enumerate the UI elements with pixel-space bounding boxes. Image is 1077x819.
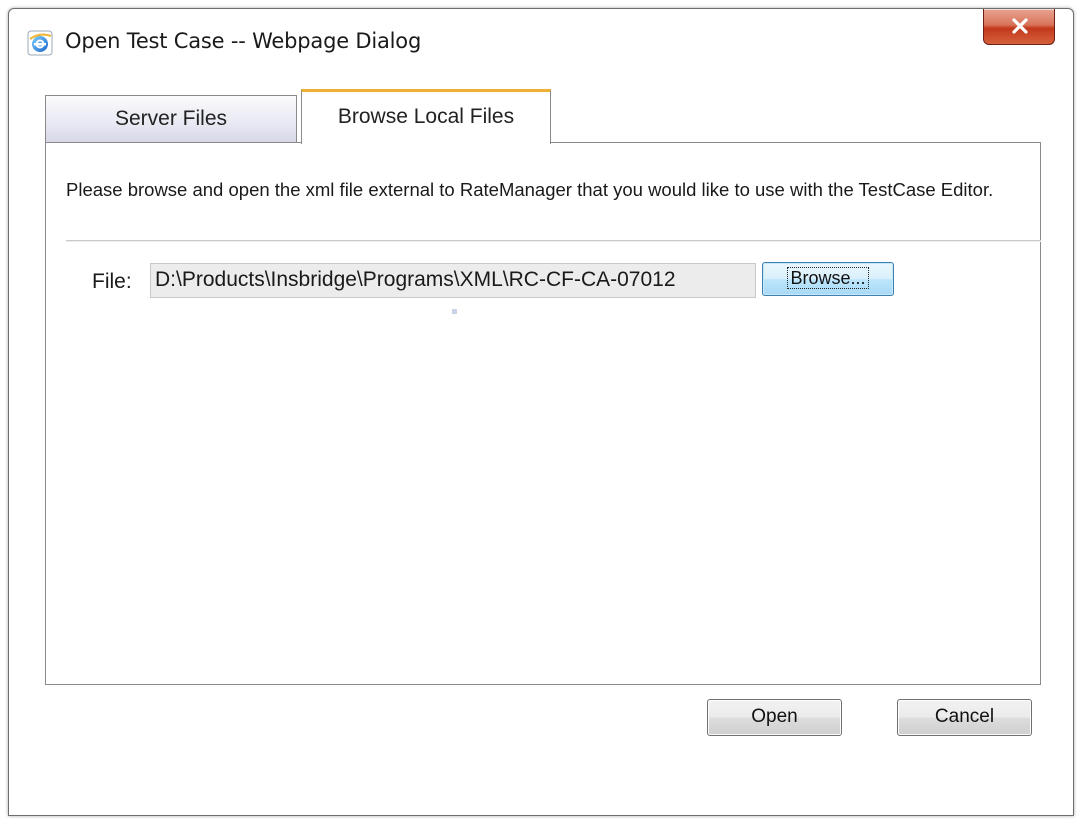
window-title: Open Test Case -- Webpage Dialog (65, 29, 422, 53)
tab-browse-local-files[interactable]: Browse Local Files (301, 89, 551, 144)
tab-server-files[interactable]: Server Files (45, 95, 297, 143)
close-x-icon (1012, 18, 1028, 34)
cancel-button[interactable]: Cancel (897, 699, 1032, 736)
divider (66, 240, 1041, 242)
title-bar[interactable]: Open Test Case -- Webpage Dialog (9, 9, 1073, 71)
file-label: File: (92, 270, 132, 293)
close-button[interactable] (983, 9, 1055, 45)
open-button[interactable]: Open (707, 699, 842, 736)
file-path-field[interactable]: D:\Products\Insbridge\Programs\XML\RC-CF… (150, 263, 756, 298)
instructions-text: Please browse and open the xml file exte… (66, 179, 994, 200)
decorative-dot (452, 309, 457, 314)
internet-explorer-icon (27, 30, 53, 56)
dialog-window: Open Test Case -- Webpage Dialog Server … (8, 8, 1074, 816)
tab-panel: Please browse and open the xml file exte… (45, 142, 1041, 685)
browse-button[interactable]: Browse... (762, 262, 894, 296)
browse-button-label: Browse... (787, 267, 869, 289)
